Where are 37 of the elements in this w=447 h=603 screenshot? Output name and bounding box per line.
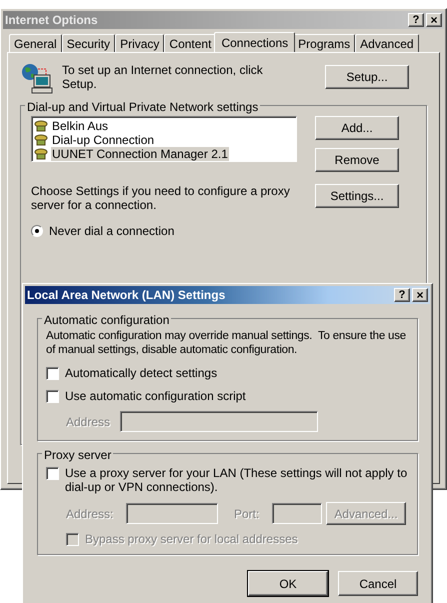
help-button[interactable]: ? [394,288,410,302]
field-label: Address [66,414,110,430]
globe-computer-icon [20,63,54,95]
add-button[interactable]: Add... [315,116,399,140]
tab[interactable]: Connections [214,32,296,52]
tab[interactable]: Advanced [355,34,419,52]
close-button[interactable]: × [426,13,442,27]
cancel-button[interactable]: Cancel [338,571,418,596]
tab[interactable]: Privacy [115,34,164,52]
field-label: Address: [66,506,114,522]
tab[interactable]: Content [164,34,216,52]
tab[interactable]: Programs [293,34,356,52]
radio-button[interactable] [31,225,43,237]
radio-label: Never dial a connection [49,223,174,240]
connection-item[interactable]: Belkin Aus [34,119,294,133]
close-button[interactable]: × [412,288,428,302]
setup-instructions: To set up an Internet connection, click Setup. [62,63,264,91]
remove-button[interactable]: Remove [315,148,399,172]
checkbox-label: Use a proxy server for your LAN (These settings will not apply to dial-up or VPN connections). [65,466,408,494]
proxy-instructions: Choose Settings if you need to configure a proxy server for a connection. [31,184,291,212]
settings-button[interactable]: Settings... [315,184,399,208]
window-title: Internet Options [5,12,98,29]
checkbox[interactable] [46,367,59,380]
connection-item[interactable]: Dial-up Connection [34,133,294,147]
ok-button[interactable]: OK [248,571,328,596]
field-label: Port: [234,506,260,522]
dialog-title: Local Area Network (LAN) Settings [27,287,226,304]
tab[interactable]: General [9,34,62,52]
checkbox-label: Bypass proxy server for local addresses [85,532,298,546]
help-button[interactable]: ? [408,13,424,27]
description: Automatic configuration may override manual settings. To ensure the use of manual settings, disable automatic configuration. [46,329,407,357]
checkbox[interactable] [46,390,59,403]
checkbox[interactable] [46,467,59,480]
checkbox-label: Use automatic configuration script [65,389,246,403]
tab[interactable]: Security [62,34,116,52]
setup-button[interactable]: Setup... [325,65,409,89]
checkbox-label: Automatically detect settings [65,366,218,380]
